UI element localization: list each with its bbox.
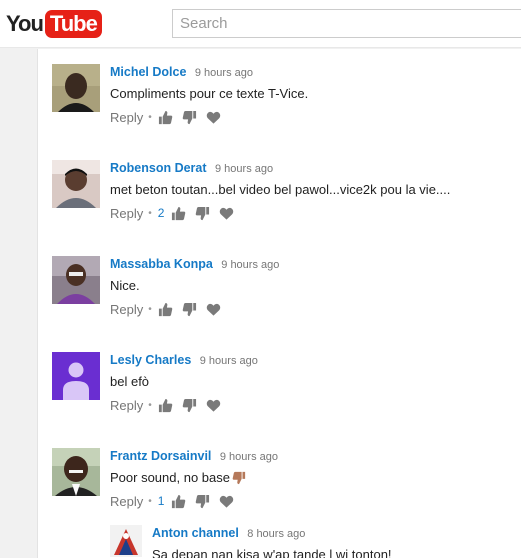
reply-button[interactable]: Reply [110, 494, 143, 509]
logo-tube-text: Tube [44, 10, 102, 38]
comment-actions: Reply • [110, 300, 520, 318]
comment-text: bel efò [110, 374, 150, 389]
like-count: 1 [157, 494, 165, 508]
comment-author[interactable]: Lesly Charles [110, 353, 191, 367]
comment-time[interactable]: 9 hours ago [221, 259, 279, 271]
comment-text: Sa depan nan kisa w'ap tande l wi tonton… [152, 547, 392, 558]
comment-text-content: Poor sound, no base [110, 470, 230, 485]
avatar[interactable] [52, 256, 100, 304]
thumbs-up-icon[interactable] [158, 110, 173, 125]
masthead: You Tube [0, 0, 521, 48]
comment-time[interactable]: 9 hours ago [220, 451, 278, 463]
comment-time[interactable]: 9 hours ago [215, 163, 273, 175]
thumbs-down-icon[interactable] [195, 494, 210, 509]
thumbs-down-icon[interactable] [182, 398, 197, 413]
heart-icon[interactable] [206, 110, 221, 125]
avatar[interactable] [52, 160, 100, 208]
search-input[interactable] [173, 10, 521, 37]
comment-text: Compliments pour ce texte T-Vice. [110, 86, 309, 101]
avatar-image [52, 64, 100, 112]
avatar[interactable] [52, 448, 100, 496]
comment-author[interactable]: Michel Dolce [110, 65, 186, 79]
separator-dot: • [148, 207, 152, 219]
comment-text: met beton toutan...bel video bel pawol..… [110, 182, 451, 197]
reply-button[interactable]: Reply [110, 398, 143, 413]
avatar-image [52, 448, 100, 496]
comment-time[interactable]: 9 hours ago [195, 67, 253, 79]
comment-text: Nice. [110, 278, 140, 293]
youtube-logo[interactable]: You Tube [6, 9, 102, 39]
comment-author[interactable]: Anton channel [152, 526, 239, 540]
comment-author[interactable]: Robenson Derat [110, 161, 207, 175]
avatar-image [52, 256, 100, 304]
comment-actions: Reply • 1 [110, 492, 520, 510]
heart-icon[interactable] [219, 206, 234, 221]
thumbs-down-icon[interactable] [182, 110, 197, 125]
comment-actions: Reply • [110, 396, 520, 414]
avatar[interactable] [52, 64, 100, 112]
avatar-image [110, 525, 142, 557]
reply-button[interactable]: Reply [110, 302, 143, 317]
separator-dot: • [148, 111, 152, 123]
avatar[interactable] [52, 352, 100, 400]
thumbs-down-icon[interactable] [195, 206, 210, 221]
reply-button[interactable]: Reply [110, 110, 143, 125]
thumbs-down-emoji-icon [232, 471, 246, 485]
thumbs-up-icon[interactable] [158, 302, 173, 317]
comment-text: Poor sound, no base [110, 469, 520, 487]
logo-you-text: You [6, 11, 44, 36]
comment-time[interactable]: 8 hours ago [247, 528, 305, 540]
comment-author[interactable]: Frantz Dorsainvil [110, 449, 211, 463]
comment-actions: Reply • [110, 108, 520, 126]
separator-dot: • [148, 495, 152, 507]
reply-button[interactable]: Reply [110, 206, 143, 221]
comments-panel: Michel Dolce 9 hours ago Compliments pou… [37, 49, 521, 558]
default-avatar-icon [52, 352, 100, 400]
separator-dot: • [148, 399, 152, 411]
thumbs-up-icon[interactable] [171, 206, 186, 221]
comment-author[interactable]: Massabba Konpa [110, 257, 213, 271]
thumbs-up-icon[interactable] [158, 398, 173, 413]
thumbs-down-icon[interactable] [182, 302, 197, 317]
separator-dot: • [148, 303, 152, 315]
like-count: 2 [157, 206, 165, 220]
search-box[interactable] [172, 9, 521, 38]
comment-actions: Reply • 2 [110, 204, 520, 222]
heart-icon[interactable] [219, 494, 234, 509]
comment-time[interactable]: 9 hours ago [200, 355, 258, 367]
heart-icon[interactable] [206, 398, 221, 413]
thumbs-up-icon[interactable] [171, 494, 186, 509]
avatar[interactable] [110, 525, 142, 557]
avatar-image [52, 160, 100, 208]
heart-icon[interactable] [206, 302, 221, 317]
